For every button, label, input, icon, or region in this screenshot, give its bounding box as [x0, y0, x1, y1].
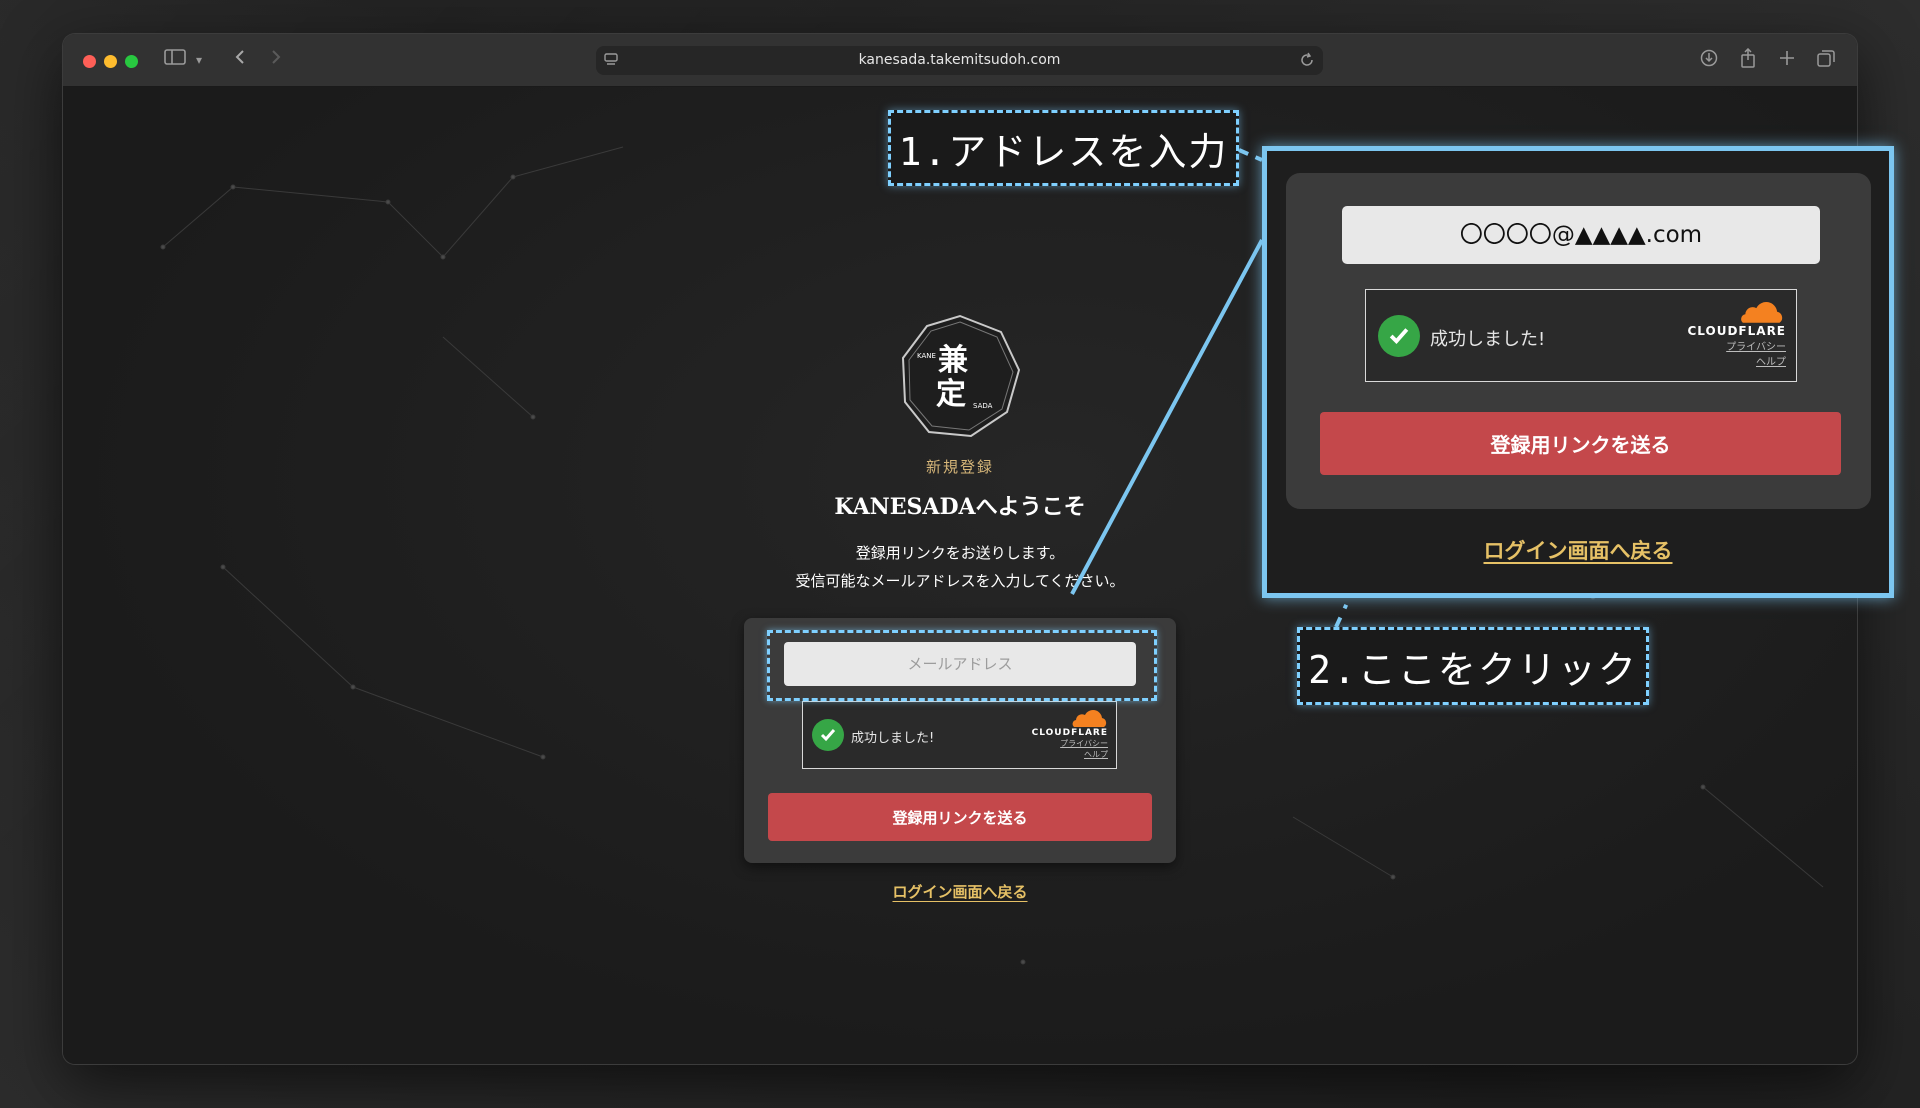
tab-overview-icon[interactable]: [1817, 48, 1835, 75]
zoomed-captcha-status: 成功しました!: [1430, 329, 1546, 350]
send-link-button[interactable]: 登録用リンクを送る: [768, 793, 1152, 841]
back-to-login-link[interactable]: ログイン画面へ戻る: [63, 881, 1857, 902]
url-text[interactable]: kanesada.takemitsudoh.com: [596, 52, 1323, 68]
browser-toolbar: ▾ kanesada.takemitsudoh.com: [63, 34, 1857, 87]
logo-char-bottom: 定: [936, 377, 966, 412]
zoomed-turnstile-captcha[interactable]: 成功しました! CLOUDFLARE プライバシー ヘルプ: [1365, 289, 1797, 382]
back-arrow-icon[interactable]: [233, 48, 247, 73]
zoomed-cloudflare-name: CLOUDFLARE: [1687, 324, 1786, 338]
kanesada-logo: 兼 定 KANE SADA: [901, 314, 1021, 438]
captcha-status: 成功しました!: [851, 731, 935, 746]
zoom-callout-panel: 〇〇〇〇@▲▲▲▲.com 成功しました! CLOUDFLARE プライバシー …: [1262, 146, 1894, 598]
zoomed-form-card: 〇〇〇〇@▲▲▲▲.com 成功しました! CLOUDFLARE プライバシー …: [1286, 173, 1871, 509]
zoom-window-button[interactable]: [125, 55, 138, 68]
check-icon: [812, 719, 844, 751]
reload-icon[interactable]: [1299, 51, 1315, 73]
cloudflare-cloud-icon: [1072, 710, 1107, 727]
captcha-privacy-link[interactable]: プライバシー: [1018, 738, 1108, 749]
step2-annotation: 2.ここをクリック: [1297, 627, 1649, 705]
cloudflare-name: CLOUDFLARE: [1031, 728, 1108, 738]
download-icon[interactable]: [1700, 48, 1718, 75]
zoomed-email-input[interactable]: 〇〇〇〇@▲▲▲▲.com: [1342, 206, 1820, 264]
zoomed-check-icon: [1378, 315, 1420, 357]
chevron-down-icon[interactable]: ▾: [196, 48, 202, 72]
captcha-help-link[interactable]: ヘルプ: [1018, 749, 1108, 760]
share-icon[interactable]: [1740, 47, 1756, 75]
forward-arrow-icon[interactable]: [269, 48, 283, 73]
turnstile-captcha[interactable]: 成功しました! CLOUDFLARE プライバシー ヘルプ: [802, 701, 1117, 769]
minimize-window-button[interactable]: [104, 55, 117, 68]
zoomed-cloudflare-cloud-icon: [1741, 302, 1783, 323]
logo-char-top: 兼: [938, 343, 968, 378]
logo-small-text-right: SADA: [973, 402, 993, 410]
email-highlight-box: [767, 630, 1157, 701]
logo-small-text-left: KANE: [917, 352, 936, 360]
zoomed-back-to-login-link[interactable]: ログイン画面へ戻る: [1267, 535, 1889, 565]
zoomed-send-link-button[interactable]: 登録用リンクを送る: [1320, 412, 1841, 475]
sidebar-toggle-icon[interactable]: [164, 48, 186, 73]
zoomed-captcha-privacy-link[interactable]: プライバシー: [1666, 338, 1786, 353]
zoomed-captcha-help-link[interactable]: ヘルプ: [1666, 353, 1786, 368]
zoomed-cloudflare-branding: CLOUDFLARE プライバシー ヘルプ: [1666, 302, 1786, 368]
new-tab-icon[interactable]: [1779, 48, 1795, 75]
close-window-button[interactable]: [83, 55, 96, 68]
step1-annotation: 1.アドレスを入力: [888, 110, 1239, 186]
cloudflare-branding: CLOUDFLARE プライバシー ヘルプ: [1018, 710, 1108, 760]
address-bar[interactable]: kanesada.takemitsudoh.com: [596, 46, 1323, 75]
